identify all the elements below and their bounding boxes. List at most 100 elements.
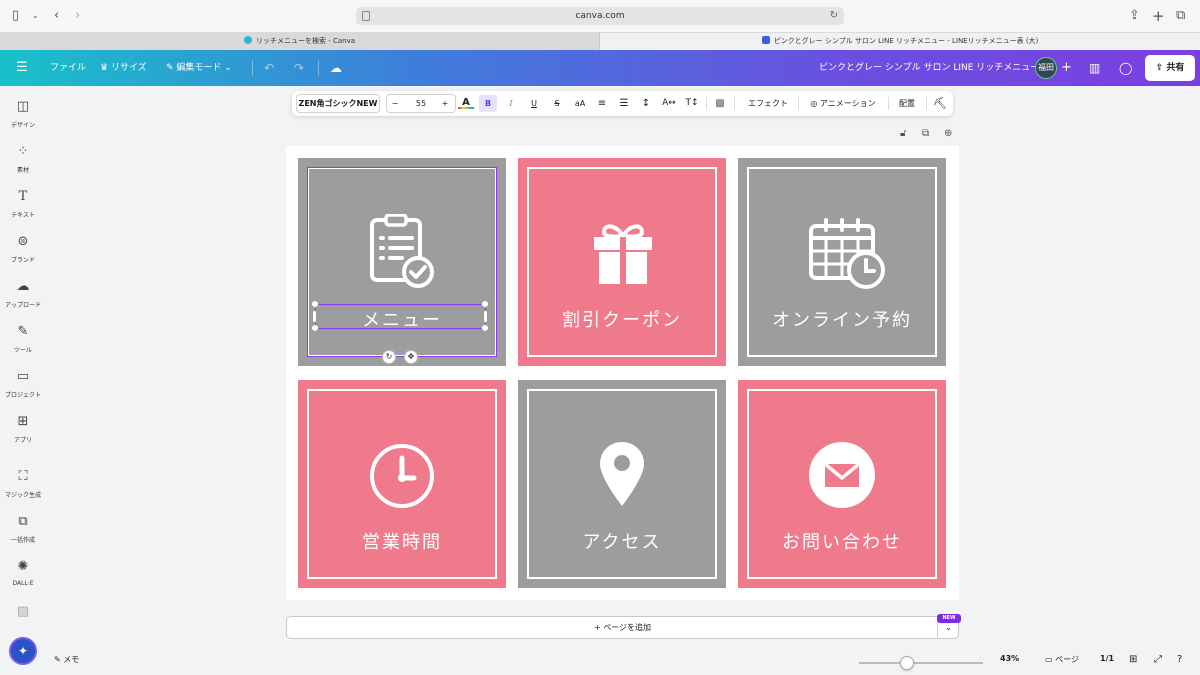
add-page-label: + ページを追加 [593,623,652,632]
forward-icon[interactable]: › [75,6,80,26]
design-title[interactable]: ピンクとグレー シンプル サロン LINE リッチメニュー [819,50,1039,86]
sidebar-item-dalle[interactable]: ✺ DALL·E [0,558,46,587]
bold-button[interactable]: B [479,91,497,116]
canva-ai-button[interactable]: ✦ [9,637,37,665]
font-size-decrease-button[interactable]: − [388,91,402,116]
design-page[interactable]: メニュー 割引クーポン オンライン予約 営業時間 アクセス お問い合わせ ↻ ✥ [286,146,959,600]
text-selection-box[interactable] [315,304,486,329]
avatar[interactable]: 福田 [1035,57,1057,79]
letter-case-button[interactable]: aA [571,91,589,116]
underline-button[interactable]: U [526,91,542,116]
browser-tab[interactable]: リッチメニューを検索 - Canva [0,33,600,50]
sidebar-item-projects[interactable]: ▭ プロジェクト [0,368,46,399]
chevron-down-icon[interactable]: ⌄ [32,6,39,26]
cloud-saved-icon[interactable]: ☁ [330,50,342,86]
insights-icon[interactable]: ▥ [1089,50,1100,86]
back-icon[interactable]: ‹ [54,6,59,26]
fullscreen-icon[interactable]: ⤢ [1154,654,1162,665]
resize-handle[interactable] [481,324,489,332]
resize-button[interactable]: ♛ リサイズ [100,50,147,86]
tab-overview-icon[interactable]: ⧉ [1176,6,1185,26]
side-resize-handle[interactable] [312,310,317,323]
tile-business-hours[interactable]: 営業時間 [298,380,506,588]
tile-label[interactable]: 割引クーポン [518,306,726,332]
zoom-slider-track[interactable] [859,662,983,664]
lock-icon[interactable]: 🔓︎ [900,128,906,139]
sidebar-item-label: プロジェクト [4,392,41,399]
sidebar-item-app-thumbnail[interactable]: ▨ [0,603,46,621]
pages-label: ページ [1055,655,1079,664]
rotate-handle-icon[interactable]: ↻ [382,350,396,364]
animation-button[interactable]: ◎ アニメーション [805,91,881,116]
add-page-icon[interactable]: ⊕ [944,128,952,139]
italic-button[interactable]: I [503,91,519,116]
sidebar-item-magic-media[interactable]: ⛶ マジック生成 [0,468,46,499]
add-page-button[interactable]: + ページを追加 ⌄ [286,616,959,639]
sidebar-item-tools[interactable]: ✎ ツール [0,323,46,354]
duplicate-page-icon[interactable]: ⧉ [922,128,929,139]
resize-handle[interactable] [481,300,489,308]
strikethrough-button[interactable]: S [549,91,565,116]
vertical-text-icon[interactable]: T↕ [683,91,701,116]
resize-handle[interactable] [311,324,319,332]
share-page-icon[interactable]: ⇪ [1129,6,1140,26]
undo-icon[interactable]: ↶ [264,50,274,86]
tile-label[interactable]: オンライン予約 [738,306,946,332]
sidebar-item-brand[interactable]: ⊜ ブランド [0,233,46,264]
list-icon[interactable]: ☰ [616,91,632,116]
format-painter-icon[interactable]: ⛏ [932,91,948,116]
sidebar-toggle-icon[interactable]: ▯ [12,6,19,26]
chevron-down-icon: ⌄ [221,63,232,73]
align-center-icon[interactable]: ≡ [594,91,610,116]
move-handle-icon[interactable]: ✥ [404,350,418,364]
divider [252,60,253,76]
tile-access[interactable]: アクセス [518,380,726,588]
edit-mode-button[interactable]: ✎ 編集モード ⌄ [166,50,232,86]
line-spacing-icon[interactable]: ↕ [638,91,654,116]
editor-header: ☰ ファイル ♛ リサイズ ✎ 編集モード ⌄ ↶ ↷ ☁ ピンクとグレー シン… [0,50,1200,86]
redo-icon[interactable]: ↷ [294,50,304,86]
notes-button[interactable]: ✎ メモ [54,654,79,665]
text-spacing-icon[interactable]: A↔ [660,91,678,116]
font-size-input[interactable]: 55 [410,91,432,116]
add-collaborator-icon[interactable]: + [1061,50,1072,86]
magic-media-icon: ⛶ [18,469,28,484]
zoom-level[interactable]: 43% [1000,654,1019,663]
upload-share-icon: ⇪ [1155,63,1167,73]
tile-coupon[interactable]: 割引クーポン [518,158,726,366]
tile-label[interactable]: アクセス [518,528,726,554]
sidebar-item-elements[interactable]: ⁘ 素材 [0,143,46,174]
side-resize-handle[interactable] [483,310,488,323]
sidebar-item-text[interactable]: T テキスト [0,188,46,219]
position-button[interactable]: 配置 [894,91,920,116]
tile-label[interactable]: 営業時間 [298,528,506,554]
share-button[interactable]: ⇪ 共有 [1145,55,1195,81]
sidebar-item-bulk-create[interactable]: ⧉ 一括作成 [0,513,46,544]
address-bar[interactable]: canva.com ↻ [356,7,844,25]
help-icon[interactable]: ? [1177,654,1182,665]
sidebar-item-upload[interactable]: ☁ アップロード [0,278,46,309]
new-tab-icon[interactable]: + [1152,6,1165,26]
tile-label[interactable]: お問い合わせ [738,528,946,554]
sidebar-item-apps[interactable]: ⊞ アプリ [0,413,46,444]
pages-button[interactable]: ▭ ページ [1045,654,1079,665]
font-size-increase-button[interactable]: + [438,91,452,116]
sidebar-item-design[interactable]: ◫ デザイン [0,98,46,129]
browser-tab-active[interactable]: ピンクとグレー シンプル サロン LINE リッチメニュー - LINEリッチメ… [600,33,1200,50]
gift-icon [594,224,652,284]
effects-button[interactable]: エフェクト [742,91,794,116]
tile-online-booking[interactable]: オンライン予約 [738,158,946,366]
divider [798,97,799,110]
menu-icon[interactable]: ☰ [16,50,28,86]
font-family-select[interactable]: ZEN角ゴシックNEW [296,94,380,113]
file-menu-button[interactable]: ファイル [50,50,86,86]
resize-handle[interactable] [311,300,319,308]
divider [926,97,927,110]
comment-icon[interactable]: ◯ [1119,50,1132,86]
tile-contact[interactable]: お問い合わせ [738,380,946,588]
grid-view-icon[interactable]: ⊞ [1129,654,1137,665]
reload-icon[interactable]: ↻ [830,7,838,25]
text-color-button[interactable]: A [458,94,474,112]
transparency-icon[interactable]: ▩ [712,91,728,116]
zoom-slider-handle[interactable] [900,656,914,670]
